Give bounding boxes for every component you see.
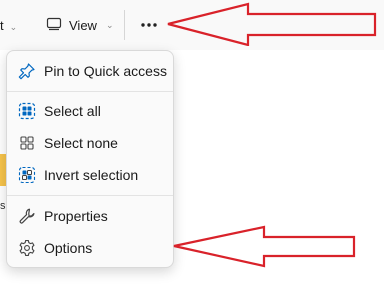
select-none-icon [17, 133, 37, 153]
menu-item-label: Options [44, 240, 93, 256]
chevron-down-icon: ⌄ [9, 22, 18, 32]
menu-item-pin-to-quick-access[interactable]: Pin to Quick access [11, 56, 169, 86]
see-more-menu: Pin to Quick access Select all Select no… [6, 50, 174, 268]
partial-file-label: s [0, 200, 6, 212]
menu-item-invert-selection[interactable]: Invert selection [11, 160, 169, 190]
menu-item-label: Pin to Quick access [44, 63, 167, 79]
menu-item-label: Select all [44, 103, 101, 119]
view-label: View [69, 17, 97, 33]
view-icon [46, 17, 62, 34]
menu-item-label: Select none [44, 135, 118, 151]
annotation-arrow-options [173, 225, 356, 268]
annotation-arrow-top [167, 2, 377, 46]
menu-item-label: Invert selection [44, 167, 139, 183]
gear-icon [17, 238, 37, 258]
menu-item-select-all[interactable]: Select all [11, 96, 169, 126]
toolbar-partial-label: t [0, 18, 4, 33]
toolbar-partial-button[interactable]: t ⌄ [0, 18, 17, 33]
menu-item-properties[interactable]: Properties [11, 201, 169, 231]
menu-separator [7, 91, 173, 92]
more-dots-icon [141, 23, 157, 27]
wrench-icon [17, 206, 37, 226]
menu-item-options[interactable]: Options [11, 233, 169, 263]
invert-selection-icon [17, 165, 37, 185]
menu-separator [7, 195, 173, 196]
menu-item-label: Properties [44, 208, 108, 224]
toolbar-divider [124, 10, 125, 40]
pin-icon [17, 61, 37, 81]
menu-item-select-none[interactable]: Select none [11, 128, 169, 158]
view-button[interactable]: View ⌄ [40, 10, 114, 40]
select-all-icon [17, 101, 37, 121]
chevron-down-icon: ⌄ [105, 19, 114, 30]
